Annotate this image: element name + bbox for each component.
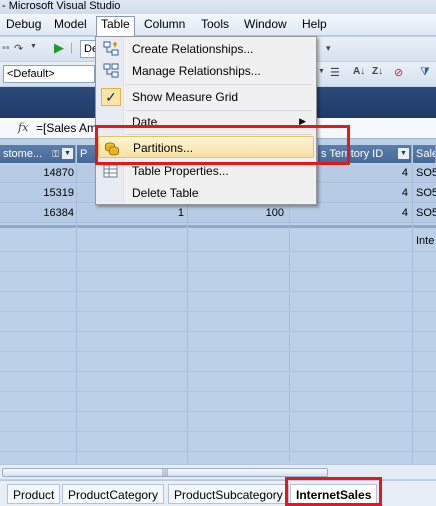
menu-model[interactable]: Model — [50, 17, 91, 34]
measure-grid-separator[interactable] — [0, 225, 436, 228]
filter-icon[interactable]: ⧩ — [420, 66, 430, 79]
perspective-dropdown-icon[interactable]: ▼ — [318, 68, 325, 75]
key-icon: ⚿ — [52, 149, 59, 159]
measure-cell[interactable]: Inte — [416, 232, 436, 251]
menu-item-label: Manage Relationships... — [132, 64, 261, 78]
toolbar-grip-icon: ▪▪ — [2, 42, 10, 54]
perspective-combo[interactable]: <Default> — [3, 65, 95, 83]
column-divider — [76, 163, 77, 463]
highlight-box-internetsales-tab — [285, 477, 382, 506]
manage-relationships-icon — [103, 63, 119, 79]
column-header-label: Sale — [416, 148, 436, 160]
create-relationships-icon — [103, 41, 119, 57]
column-filter-dropdown-icon[interactable]: ▼ — [62, 148, 73, 159]
window-title-bar: - Microsoft Visual Studio — [0, 0, 436, 14]
table-menu-dropdown: Create Relationships... Manage Relations… — [95, 36, 317, 205]
menu-item-show-measure-grid[interactable]: ✓ Show Measure Grid — [98, 86, 314, 108]
toolbar-separator: | — [70, 42, 73, 54]
table-cell[interactable]: 4 — [320, 164, 408, 183]
column-header-sales[interactable]: Sale — [413, 145, 436, 163]
column-divider — [187, 163, 188, 463]
tab-productsubcategory[interactable]: ProductSubcategory — [168, 484, 289, 504]
column-header-p[interactable]: P — [77, 145, 97, 163]
column-divider — [289, 163, 290, 463]
menu-bar: Debug Model Table Column Tools Window He… — [0, 14, 436, 36]
start-debugging-icon[interactable]: ▶ — [54, 40, 64, 56]
clear-sort-icon[interactable]: ⊘ — [394, 66, 403, 79]
sort-descending-icon[interactable]: Z↓ — [372, 66, 383, 77]
menu-window[interactable]: Window — [240, 17, 291, 34]
sort-ascending-icon[interactable]: A↓ — [353, 66, 365, 77]
column-filter-dropdown-icon[interactable]: ▼ — [398, 148, 409, 159]
menu-item-manage-relationships[interactable]: Manage Relationships... — [98, 60, 314, 82]
measure-grid-line — [0, 251, 436, 252]
tab-productcategory[interactable]: ProductCategory — [62, 484, 165, 504]
highlight-box-partitions — [95, 125, 350, 165]
measure-grid-line — [0, 411, 436, 412]
table-cell[interactable]: 4 — [320, 184, 408, 203]
measure-grid-line — [0, 311, 436, 312]
measure-grid-line — [0, 391, 436, 392]
align-icon[interactable]: ☰ — [330, 66, 340, 79]
table-cell[interactable]: 4 — [320, 204, 408, 223]
redo-icon[interactable]: ↷ — [14, 42, 23, 55]
menu-debug[interactable]: Debug — [2, 17, 45, 34]
scrollbar-thumb[interactable]: ||| — [2, 468, 328, 477]
column-divider — [412, 163, 413, 463]
menu-help[interactable]: Help — [298, 17, 331, 34]
table-cell[interactable]: 14870 — [0, 164, 74, 183]
fx-icon: fx — [18, 121, 29, 134]
menu-item-create-relationships[interactable]: Create Relationships... — [98, 38, 314, 60]
measure-grid-line — [0, 291, 436, 292]
window-title: - Microsoft Visual Studio — [2, 0, 121, 12]
measure-grid-line — [0, 351, 436, 352]
table-cell[interactable]: 1 — [96, 204, 184, 223]
table-cell[interactable]: 16384 — [0, 204, 74, 223]
column-header-label: stome... — [3, 148, 43, 160]
toolbar-overflow-icon[interactable]: ▾ — [326, 43, 331, 54]
perspective-value: <Default> — [7, 68, 55, 80]
table-row[interactable]: 16384 1 100 4 SO5 — [0, 204, 436, 223]
table-cell[interactable]: SO5 — [416, 204, 436, 223]
table-properties-icon — [103, 163, 119, 179]
formula-text[interactable]: =[Sales Am — [36, 121, 97, 135]
table-cell[interactable]: 15319 — [0, 184, 74, 203]
measure-grid-line — [0, 271, 436, 272]
column-header-customer[interactable]: stome... ⚿ ▼ — [0, 145, 76, 163]
column-header-label: P — [80, 148, 88, 160]
menu-tools[interactable]: Tools — [197, 17, 233, 34]
menu-column[interactable]: Column — [140, 17, 189, 34]
menu-item-label: Create Relationships... — [132, 42, 254, 56]
table-cell[interactable]: SO5 — [416, 184, 436, 203]
table-cell[interactable]: SO5 — [416, 164, 436, 183]
measure-grid-line — [0, 451, 436, 452]
menu-item-label: Table Properties... — [132, 164, 229, 178]
menu-separator — [126, 84, 312, 85]
menu-item-delete-table[interactable]: Delete Table — [98, 182, 314, 204]
menu-item-label: Show Measure Grid — [132, 90, 239, 104]
redo-dropdown-icon[interactable]: ▼ — [30, 43, 37, 50]
tab-product[interactable]: Product — [7, 484, 61, 504]
measure-grid-line — [0, 371, 436, 372]
checkmark-icon: ✓ — [101, 88, 121, 106]
solution-config-combo[interactable]: De — [80, 40, 98, 58]
menu-item-label: Delete Table — [132, 186, 199, 200]
measure-grid-line — [0, 431, 436, 432]
measure-grid-line — [0, 331, 436, 332]
table-cell[interactable]: 100 — [188, 204, 284, 223]
menu-table[interactable]: Table — [96, 16, 135, 36]
